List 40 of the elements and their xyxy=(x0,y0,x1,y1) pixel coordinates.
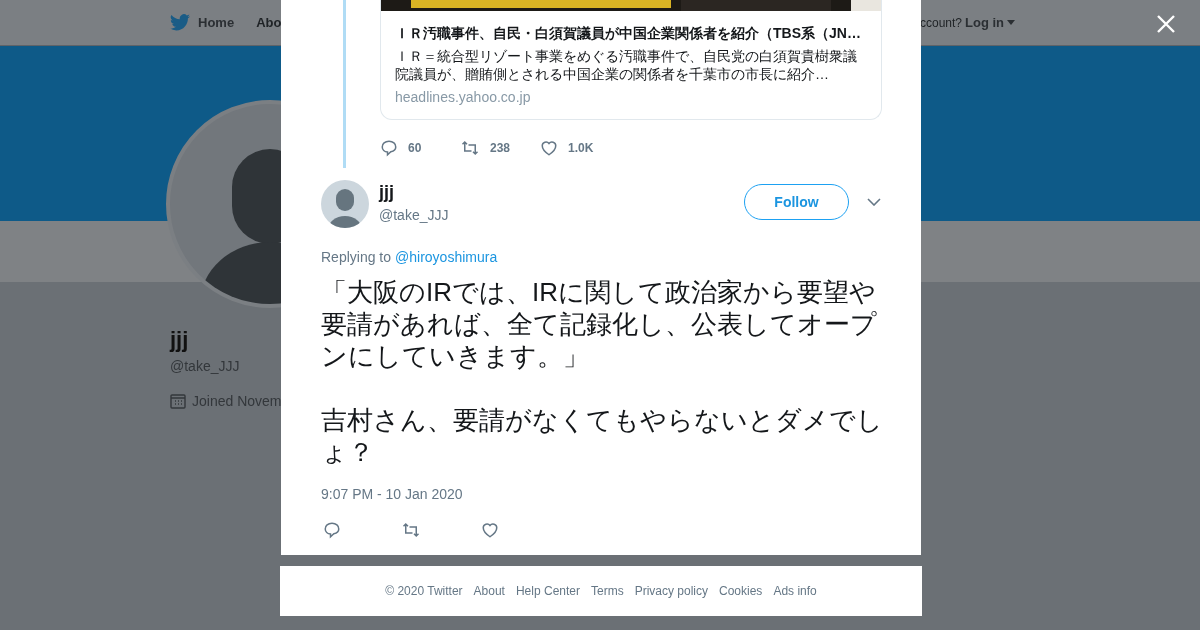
heart-icon[interactable] xyxy=(481,521,499,539)
login-link[interactable]: Log in xyxy=(965,12,1004,33)
mention-link[interactable]: @hiroyoshimura xyxy=(395,247,498,268)
retweet-count: 238 xyxy=(490,140,511,157)
bird-icon xyxy=(170,14,190,31)
nav-link[interactable]: Home xyxy=(198,12,235,33)
joined-date: Joined Novem xyxy=(192,391,282,411)
user-name[interactable]: jjj xyxy=(379,181,449,204)
retweet-icon[interactable] xyxy=(401,521,421,539)
profile-handle: @take_JJJ xyxy=(170,356,240,376)
footer-link[interactable]: Help Center xyxy=(515,582,580,600)
card-description: ＩＲ＝統合型リゾート事業をめぐる汚職事件で、自民党の白須賀貴樹衆議院議員が、贈賄側とされる中国企業の関係者を千葉市の市長に紹介… xyxy=(395,47,858,83)
account-prompt: ccount? xyxy=(919,14,962,32)
tweet-timestamp: 9:07 PM - 10 Jan 2020 xyxy=(321,485,464,504)
footer-link[interactable]: © 2020 Twitter xyxy=(385,582,463,600)
tweet-text: 吉村さん、要請がなくてもやらないとダメでしょ？ xyxy=(321,404,884,468)
nav-link[interactable]: Abo xyxy=(256,12,282,33)
card-title: ＩＲ汚職事件、自民・白須賀議員が中国企業関係者を紹介（TBS系（JN… xyxy=(395,24,862,43)
reply-count: 60 xyxy=(408,140,422,157)
retweet-icon[interactable] xyxy=(460,139,480,157)
footer-link[interactable]: About xyxy=(473,582,505,600)
like-count: 1.0K xyxy=(568,140,594,157)
footer-link[interactable]: Privacy policy xyxy=(634,582,708,600)
caret-icon xyxy=(1007,20,1015,25)
footer-link[interactable]: Terms xyxy=(591,582,624,600)
footer-link[interactable]: Cookies xyxy=(719,582,763,600)
reply-icon[interactable] xyxy=(323,521,341,539)
user-handle: @take_JJJ xyxy=(379,205,449,225)
tweet-text: 「大阪のIRでは、IRに関して政治家から要望や要請があれば、全て記録化し、公表してオープンにしていきます。」 xyxy=(321,276,878,372)
reply-icon[interactable] xyxy=(380,139,398,157)
replying-label: Replying to xyxy=(321,248,392,267)
chevron-down-icon[interactable] xyxy=(867,198,881,206)
heart-icon[interactable] xyxy=(540,139,558,157)
card-domain: headlines.yahoo.co.jp xyxy=(395,88,532,107)
footer-link[interactable]: Ads info xyxy=(773,582,817,600)
calendar-icon xyxy=(170,393,186,409)
close-icon[interactable] xyxy=(1157,15,1175,33)
link-card[interactable]: ＩＲ汚職事件、自民・白須賀議員が中国企業関係者を紹介（TBS系（JN… ＩＲ＝統合型リゾート事業をめぐる汚職事件で、自民党の白須賀貴樹衆議院議員が、贈賄側とされる中国企業の関係者を千葉市の市長に紹介… headlines.yahoo.co.jp xyxy=(380,0,882,120)
user-avatar[interactable] xyxy=(321,180,369,228)
profile-name: jjj xyxy=(170,326,189,354)
